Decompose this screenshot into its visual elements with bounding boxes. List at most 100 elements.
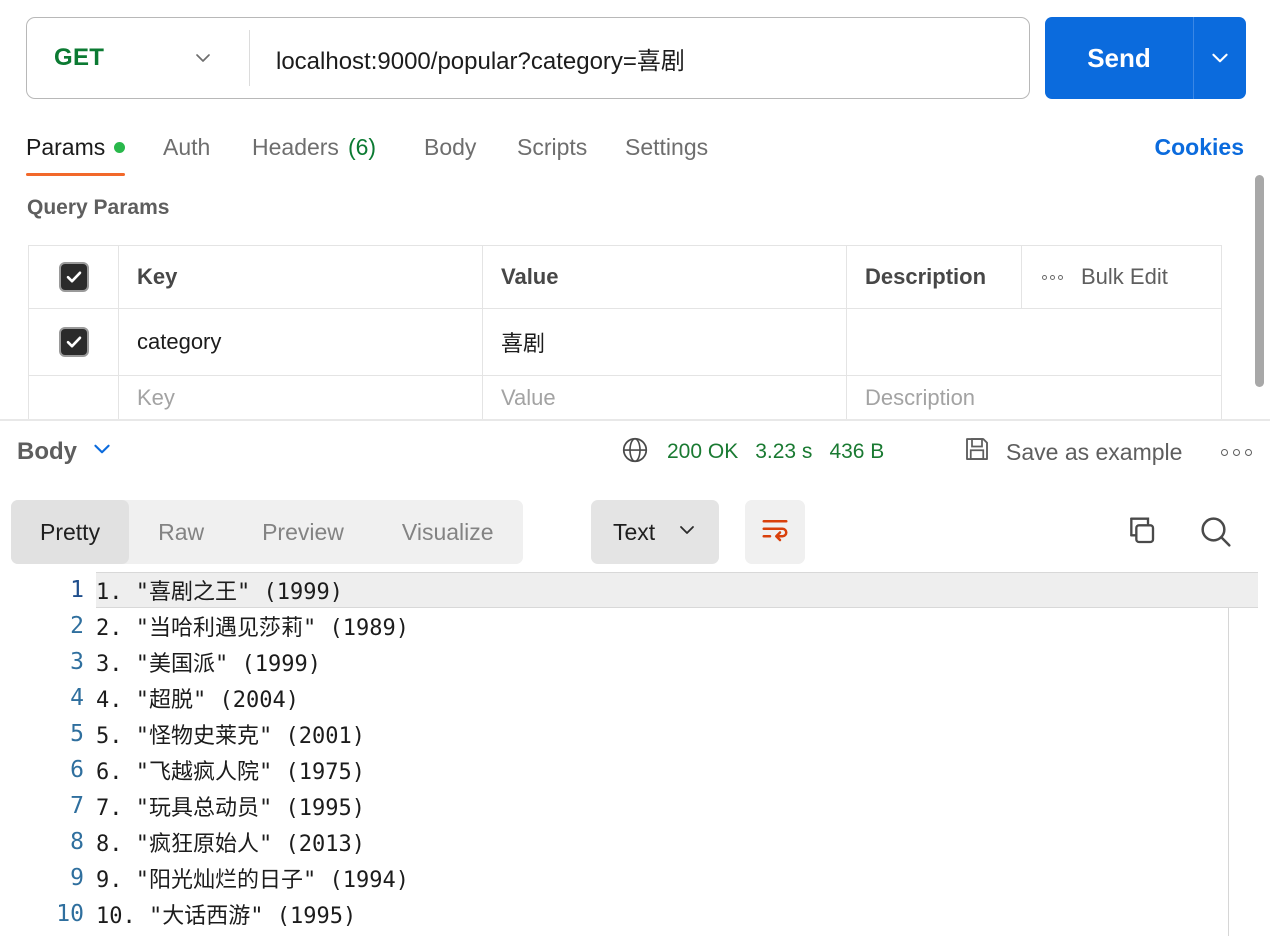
tab-raw[interactable]: Raw [129,500,233,564]
response-time[interactable]: 3.23 s [755,440,812,464]
chevron-down-icon [91,438,113,467]
response-size[interactable]: 436 B [829,440,884,464]
code-line[interactable]: 2 2. "当哈利遇见莎莉" (1989) [0,608,1270,644]
save-icon [962,434,992,470]
save-as-example-button[interactable]: Save as example [962,421,1182,483]
line-number: 6 [70,757,84,783]
new-row-value-cell[interactable]: Value [483,376,847,420]
response-format-select[interactable]: Text [591,500,720,564]
http-method-select[interactable]: GET [27,18,249,98]
code-line[interactable]: 5 5. "怪物史莱克" (2001) [0,716,1270,752]
response-body-viewer[interactable]: 1 1. "喜剧之王" (1999) 2 2. "当哈利遇见莎莉" (1989)… [0,572,1270,936]
column-header-key: Key [119,246,483,308]
line-number: 3 [70,649,84,675]
select-all-cell [29,246,119,308]
row-key-cell[interactable]: category [119,309,483,375]
request-url-bar: GET Send [0,0,1270,110]
line-number: 8 [70,829,84,855]
row-trailing-cell [1022,309,1221,375]
line-content: 4. "超脱" (2004) [96,688,299,713]
line-content: 5. "怪物史莱克" (2001) [96,724,365,749]
tab-settings[interactable]: Settings [625,118,708,176]
line-number: 2 [70,613,84,639]
line-number: 4 [70,685,84,711]
search-button[interactable] [1196,512,1236,552]
response-body-selector[interactable]: Body [17,421,113,483]
more-options-icon[interactable] [1042,274,1063,280]
new-row-trailing-cell [1022,376,1221,420]
line-content: 3. "美国派" (1999) [96,652,321,677]
column-header-description: Description [847,246,1022,308]
code-line[interactable]: 8 8. "疯狂原始人" (2013) [0,824,1270,860]
line-content: 10. "大话西游" (1995) [96,904,357,929]
select-all-checkbox[interactable] [58,262,89,292]
tab-body-label: Body [424,133,477,160]
line-content: 6. "飞越疯人院" (1975) [96,760,365,785]
unsaved-dot-icon [114,141,126,153]
send-button[interactable]: Send [1045,17,1193,99]
tab-auth-label: Auth [163,133,211,160]
http-method-label: GET [54,44,105,71]
row-value-cell[interactable]: 喜剧 [483,309,847,375]
status-badge[interactable]: 200 OK [667,440,738,464]
copy-icon [1118,517,1158,556]
new-row-key-placeholder: Key [137,385,175,410]
column-header-value: Value [483,246,847,308]
cookies-link[interactable]: Cookies [1155,118,1244,176]
chevron-down-icon [677,519,697,546]
code-line[interactable]: 3 3. "美国派" (1999) [0,644,1270,680]
line-number: 1 [70,577,84,603]
code-line[interactable]: 4 4. "超脱" (2004) [0,680,1270,716]
response-more-options-icon[interactable] [1221,421,1252,483]
code-line[interactable]: 10 10. "大话西游" (1995) [0,896,1270,932]
new-row-checkbox-cell [29,376,119,420]
table-row: category 喜剧 [29,309,1221,376]
globe-icon [620,435,650,470]
new-row-key-cell[interactable]: Key [119,376,483,420]
line-number: 9 [70,865,84,891]
row-value-value: 喜剧 [501,331,546,356]
active-tab-underline [26,173,126,176]
tab-scripts[interactable]: Scripts [517,118,587,176]
search-icon [1196,517,1236,556]
tab-headers-count: (6) [347,133,377,160]
response-tab-bar: Pretty Raw Preview Visualize Text [0,500,1270,564]
tab-headers[interactable]: Headers (6) [252,118,376,176]
bulk-edit-button[interactable]: Bulk Edit [1081,264,1168,290]
tab-auth[interactable]: Auth [163,118,210,176]
code-line[interactable]: 1 1. "喜剧之王" (1999) [0,572,1270,608]
tab-pretty[interactable]: Pretty [11,500,130,564]
tab-preview[interactable]: Preview [233,500,373,564]
code-line[interactable]: 6 6. "飞越疯人院" (1975) [0,752,1270,788]
save-as-example-label: Save as example [1006,438,1183,465]
tab-visualize[interactable]: Visualize [373,500,523,564]
send-button-group[interactable]: Send [1045,17,1246,99]
bulk-edit-cell: Bulk Edit [1022,246,1221,308]
code-line[interactable]: 9 9. "阳光灿烂的日子" (1994) [0,860,1270,896]
row-description-cell[interactable] [847,309,1022,375]
new-row-value-placeholder: Value [501,385,556,410]
chevron-down-icon [193,48,213,68]
tab-body[interactable]: Body [424,118,476,176]
code-line[interactable]: 7 7. "玩具总动员" (1995) [0,788,1270,824]
response-body-label: Body [17,438,77,465]
response-header-bar: Body 200 OK 3.23 s 436 B Save as example [0,421,1270,483]
line-number: 10 [56,901,84,927]
send-options-button[interactable] [1194,17,1246,99]
query-params-table: Key Value Description Bulk Edit category… [28,245,1222,421]
request-pane-scrollbar[interactable] [1255,175,1264,387]
line-content: 9. "阳光灿烂的日子" (1994) [96,868,409,893]
url-input[interactable] [250,18,1029,98]
line-content: 8. "疯狂原始人" (2013) [96,832,365,857]
response-format-label: Text [613,518,656,545]
line-number: 5 [70,721,84,747]
new-row-description-cell[interactable]: Description [847,376,1022,420]
new-row-description-placeholder: Description [865,385,976,410]
row-checkbox-cell [29,309,119,375]
wrap-text-button[interactable] [745,500,805,564]
row-checkbox[interactable] [58,327,89,357]
copy-button[interactable] [1118,512,1158,552]
tab-scripts-label: Scripts [517,133,588,160]
tab-params[interactable]: Params [26,118,126,176]
table-header-row: Key Value Description Bulk Edit [29,246,1221,309]
